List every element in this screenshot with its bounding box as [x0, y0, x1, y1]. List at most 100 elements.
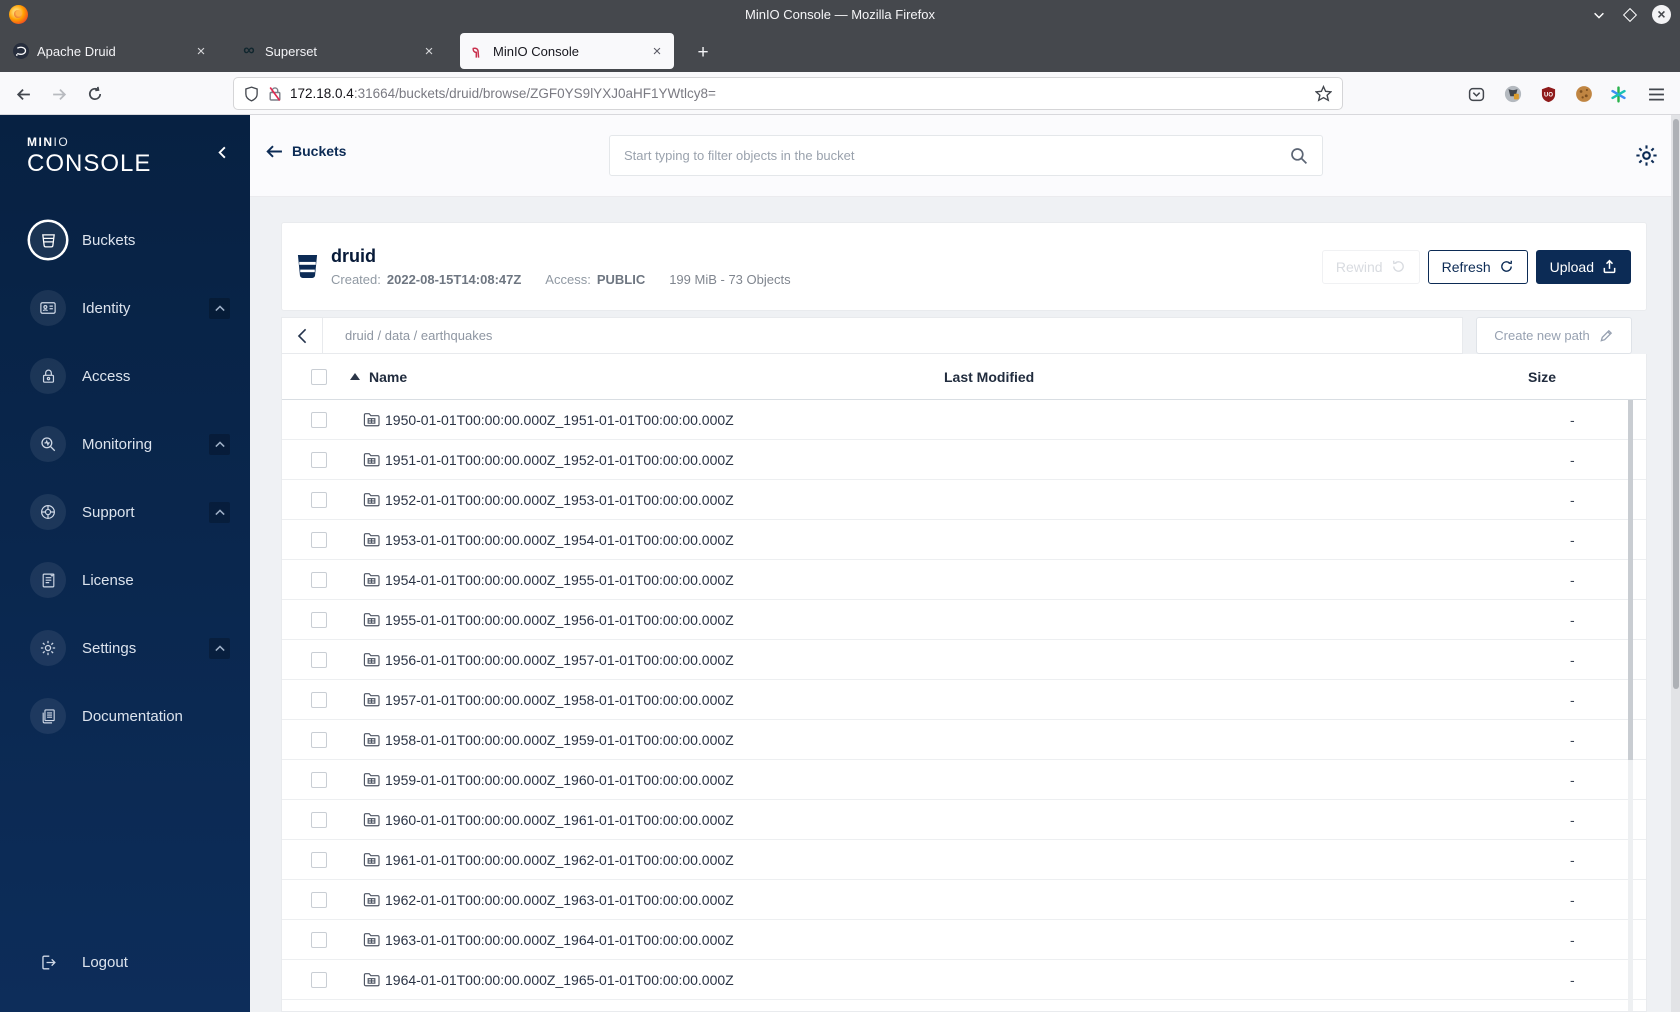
sidebar-item-logout[interactable]: Logout	[0, 942, 250, 982]
tab-minio-console[interactable]: MinIO Console ×	[460, 33, 674, 69]
object-row[interactable]: 1955-01-01T00:00:00.000Z_1956-01-01T00:0…	[282, 600, 1646, 640]
hamburger-menu-icon[interactable]	[1643, 81, 1669, 107]
row-checkbox[interactable]	[311, 731, 327, 748]
window-scrollbar[interactable]	[1671, 115, 1680, 1012]
new-tab-button[interactable]: +	[690, 39, 716, 69]
row-checkbox[interactable]	[311, 531, 327, 548]
rewind-button[interactable]: Rewind	[1321, 249, 1420, 284]
object-row[interactable]: 1963-01-01T00:00:00.000Z_1964-01-01T00:0…	[282, 920, 1646, 960]
object-row[interactable]: 1950-01-01T00:00:00.000Z_1951-01-01T00:0…	[282, 400, 1646, 440]
row-checkbox[interactable]	[311, 811, 327, 828]
object-name: 1953-01-01T00:00:00.000Z_1954-01-01T00:0…	[385, 531, 734, 548]
shield-icon[interactable]	[244, 85, 259, 102]
chevron-up-icon[interactable]	[209, 501, 230, 523]
forward-button[interactable]	[46, 81, 72, 107]
folder-icon	[363, 452, 380, 467]
window-close-icon[interactable]: ×	[1652, 5, 1671, 24]
row-checkbox[interactable]	[311, 611, 327, 628]
tab-superset[interactable]: ∞ Superset ×	[232, 33, 446, 69]
chevron-up-icon[interactable]	[209, 637, 230, 659]
table-scrollbar-thumb[interactable]	[1628, 400, 1633, 760]
tab-close-icon[interactable]: ×	[193, 43, 209, 60]
object-row[interactable]: 1951-01-01T00:00:00.000Z_1952-01-01T00:0…	[282, 440, 1646, 480]
chevron-up-icon[interactable]	[209, 297, 230, 319]
cookie-extension-icon[interactable]	[1571, 81, 1597, 107]
object-row[interactable]: 1964-01-01T00:00:00.000Z_1965-01-01T00:0…	[282, 960, 1646, 1000]
sidebar-collapse-icon[interactable]	[215, 145, 230, 160]
sidebar-item-support[interactable]: Support	[0, 478, 250, 546]
window-minimize-icon[interactable]	[1590, 6, 1608, 24]
object-row[interactable]: 1954-01-01T00:00:00.000Z_1955-01-01T00:0…	[282, 560, 1646, 600]
pocket-icon[interactable]	[1463, 81, 1489, 107]
tab-apache-druid[interactable]: Apache Druid ×	[4, 33, 218, 69]
sidebar-item-label: Support	[82, 503, 135, 521]
object-row[interactable]: 1959-01-01T00:00:00.000Z_1960-01-01T00:0…	[282, 760, 1646, 800]
url-bar[interactable]: 172.18.0.4:31664/buckets/druid/browse/ZG…	[234, 78, 1342, 109]
table-scrollbar[interactable]	[1628, 400, 1633, 1011]
row-checkbox[interactable]	[311, 651, 327, 668]
row-checkbox[interactable]	[311, 771, 327, 788]
path-back-chevron-icon[interactable]	[282, 318, 323, 353]
upload-button[interactable]: Upload	[1535, 249, 1631, 284]
row-checkbox[interactable]	[311, 691, 327, 708]
window-maximize-icon[interactable]	[1621, 6, 1639, 24]
row-checkbox[interactable]	[311, 891, 327, 908]
column-size[interactable]: Size	[1528, 369, 1556, 385]
object-name: 1964-01-01T00:00:00.000Z_1965-01-01T00:0…	[385, 971, 734, 988]
insecure-lock-icon[interactable]	[268, 86, 282, 102]
column-name[interactable]: Name	[369, 369, 407, 385]
preferences-gear-icon[interactable]	[1634, 143, 1659, 168]
create-new-path-button[interactable]: Create new path	[1476, 317, 1632, 354]
object-size: -	[1570, 931, 1575, 948]
bucket-solid-icon	[296, 254, 319, 280]
sidebar-item-label: Buckets	[82, 231, 136, 249]
container-asterisk-icon[interactable]	[1605, 81, 1631, 107]
row-checkbox[interactable]	[311, 931, 327, 948]
bookmark-star-icon[interactable]	[1315, 85, 1332, 102]
window-scrollbar-thumb[interactable]	[1673, 119, 1679, 689]
object-size: -	[1570, 771, 1575, 788]
refresh-button[interactable]: Refresh	[1427, 249, 1528, 284]
tab-close-icon[interactable]: ×	[649, 43, 665, 60]
ublock-origin-icon[interactable]: UO	[1535, 81, 1561, 107]
privacy-badger-icon[interactable]	[1500, 81, 1526, 107]
object-row[interactable]: 1957-01-01T00:00:00.000Z_1958-01-01T00:0…	[282, 680, 1646, 720]
row-checkbox[interactable]	[311, 451, 327, 468]
minio-favicon	[469, 43, 485, 59]
object-row[interactable]: 1961-01-01T00:00:00.000Z_1962-01-01T00:0…	[282, 840, 1646, 880]
window-title: MinIO Console — Mozilla Firefox	[745, 7, 935, 22]
object-row[interactable]: 1962-01-01T00:00:00.000Z_1963-01-01T00:0…	[282, 880, 1646, 920]
created-label: Created:	[331, 272, 381, 287]
chevron-up-icon[interactable]	[209, 433, 230, 455]
sidebar-item-monitoring[interactable]: Monitoring	[0, 410, 250, 478]
folder-icon	[363, 532, 380, 547]
object-row[interactable]: 1952-01-01T00:00:00.000Z_1953-01-01T00:0…	[282, 480, 1646, 520]
back-button[interactable]	[10, 81, 36, 107]
reload-button[interactable]	[82, 81, 108, 107]
sidebar-item-buckets[interactable]: Buckets	[0, 206, 250, 274]
sidebar-item-identity[interactable]: Identity	[0, 274, 250, 342]
object-row[interactable]: 1960-01-01T00:00:00.000Z_1961-01-01T00:0…	[282, 800, 1646, 840]
object-row[interactable]: 1958-01-01T00:00:00.000Z_1959-01-01T00:0…	[282, 720, 1646, 760]
sidebar-item-label: Documentation	[82, 707, 183, 725]
sidebar-item-settings[interactable]: Settings	[0, 614, 250, 682]
object-filter-input[interactable]	[624, 148, 1290, 163]
back-to-buckets[interactable]: Buckets	[266, 143, 346, 159]
documentation-pages-icon	[30, 698, 66, 734]
object-row[interactable]: 1956-01-01T00:00:00.000Z_1957-01-01T00:0…	[282, 640, 1646, 680]
row-checkbox[interactable]	[311, 851, 327, 868]
tab-label: MinIO Console	[493, 43, 579, 59]
select-all-checkbox[interactable]	[311, 368, 327, 385]
row-checkbox[interactable]	[311, 491, 327, 508]
sidebar-item-documentation[interactable]: Documentation	[0, 682, 250, 750]
row-checkbox[interactable]	[311, 571, 327, 588]
sidebar-item-license[interactable]: License	[0, 546, 250, 614]
sidebar-item-access[interactable]: Access	[0, 342, 250, 410]
back-arrow-icon	[266, 145, 282, 157]
breadcrumb[interactable]: druid / data / earthquakes	[345, 328, 492, 343]
column-last-modified[interactable]: Last Modified	[944, 369, 1034, 385]
row-checkbox[interactable]	[311, 411, 327, 428]
row-checkbox[interactable]	[311, 971, 327, 988]
object-row[interactable]: 1953-01-01T00:00:00.000Z_1954-01-01T00:0…	[282, 520, 1646, 560]
tab-close-icon[interactable]: ×	[421, 43, 437, 60]
